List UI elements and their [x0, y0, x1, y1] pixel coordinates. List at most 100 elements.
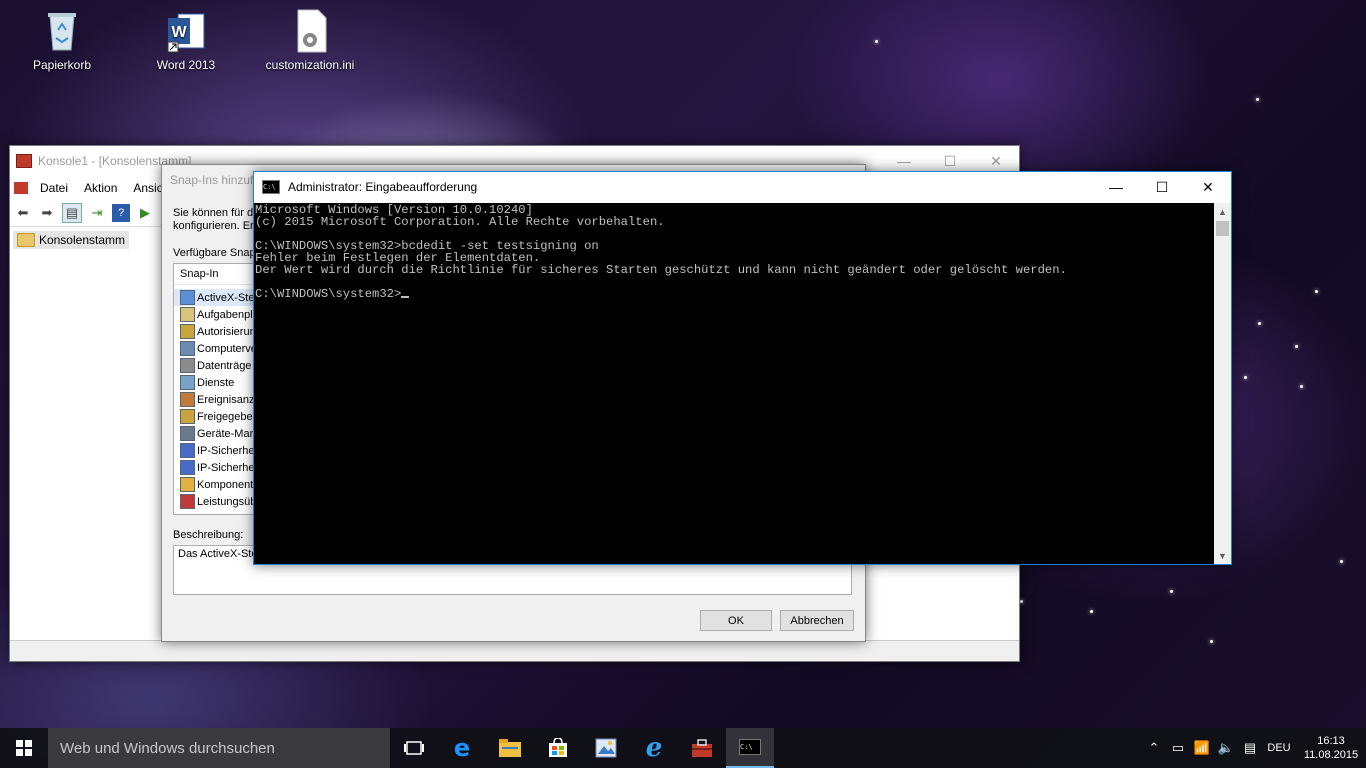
snapin-icon: [180, 460, 195, 475]
text-cursor: [401, 296, 410, 298]
system-tray: ⌃ ▭ 📶 🔈 ▤ DEU 16:13 11.08.2015: [1142, 728, 1366, 768]
volume-icon[interactable]: 🔈: [1214, 728, 1238, 768]
snapin-list-item[interactable]: Dienste: [174, 374, 264, 391]
snapin-icon: [180, 341, 195, 356]
scroll-thumb[interactable]: [1216, 221, 1229, 236]
snapin-list-item[interactable]: Leistungsüb: [174, 493, 264, 510]
clock-date: 11.08.2015: [1303, 749, 1359, 761]
app-menu-icon[interactable]: [14, 182, 28, 194]
cancel-button[interactable]: Abbrechen: [780, 610, 854, 631]
desktop-icon-recycle-bin[interactable]: Papierkorb: [14, 8, 110, 72]
snapin-item-label: Computerve: [197, 342, 257, 355]
internet-explorer-icon: e: [645, 733, 663, 763]
chevron-up-icon[interactable]: ⌃: [1142, 728, 1166, 768]
back-arrow-icon[interactable]: ⬅: [14, 204, 32, 222]
network-icon[interactable]: 📶: [1190, 728, 1214, 768]
snapin-icon: [180, 307, 195, 322]
battery-icon[interactable]: ▭: [1166, 728, 1190, 768]
folder-icon: [17, 233, 35, 247]
taskbar-internet-explorer[interactable]: e: [630, 728, 678, 768]
taskbar-file-explorer[interactable]: [486, 728, 534, 768]
photo-viewer-icon: [595, 738, 617, 758]
snapin-item-label: Datenträge: [197, 359, 252, 372]
task-view-button[interactable]: [390, 728, 438, 768]
taskbar: Web und Windows durchsuchen e e C:\ ⌃ ▭ …: [0, 728, 1366, 768]
search-box[interactable]: Web und Windows durchsuchen: [48, 728, 390, 768]
available-snapins-list[interactable]: Snap-In ActiveX-Ste Aufgabenpl Autorisieru…: [173, 263, 265, 515]
snapin-item-label: Autorisierun: [197, 325, 256, 338]
taskbar-photos[interactable]: [582, 728, 630, 768]
toolbox-icon: [692, 739, 712, 757]
minimize-button[interactable]: —: [1093, 172, 1139, 202]
action-center-icon[interactable]: ▤: [1238, 728, 1262, 768]
taskbar-store[interactable]: [534, 728, 582, 768]
desktop-icon-word[interactable]: W Word 2013: [138, 8, 234, 72]
windows-logo-icon: [16, 740, 32, 756]
snapin-icon: [180, 324, 195, 339]
snapin-list-item[interactable]: Freigegeben: [174, 408, 264, 425]
clock[interactable]: 16:13 11.08.2015: [1296, 734, 1366, 762]
taskbar-cmd[interactable]: C:\: [726, 728, 774, 768]
desktop-icon-label: Papierkorb: [32, 58, 92, 72]
forward-arrow-icon[interactable]: ➡: [38, 204, 56, 222]
snapin-list-item[interactable]: IP-Sicherhe: [174, 459, 264, 476]
vertical-scrollbar[interactable]: ▲ ▼: [1214, 203, 1231, 564]
folder-icon: [499, 739, 521, 757]
cmd-window: C:\ Administrator: Eingabeaufforderung —…: [253, 171, 1232, 565]
export-list-icon[interactable]: ⇥: [88, 204, 106, 222]
language-indicator[interactable]: DEU: [1262, 742, 1296, 754]
snapin-list-item[interactable]: IP-Sicherhe: [174, 442, 264, 459]
desktop-icon-label: customization.ini: [265, 58, 355, 72]
console-output[interactable]: Microsoft Windows [Version 10.0.10240] (c…: [254, 203, 1214, 564]
tree-item-konsolenstamm[interactable]: Konsolenstamm: [13, 231, 129, 249]
console-line: Der Wert wird durch die Richtlinie für s…: [255, 263, 1067, 277]
snapin-icon: [180, 409, 195, 424]
maximize-button[interactable]: ☐: [1139, 172, 1185, 202]
snapin-item-label: Komponente: [197, 478, 260, 491]
snapin-list-item[interactable]: Ereignisanze: [174, 391, 264, 408]
description-label: Beschreibung:: [173, 529, 244, 541]
recycle-bin-icon: [40, 8, 84, 54]
console-line: C:\WINDOWS\system32>: [255, 288, 1214, 300]
tree-item-label: Konsolenstamm: [38, 233, 125, 247]
snapin-icon: [180, 494, 195, 509]
snapin-icon: [180, 358, 195, 373]
cmd-titlebar[interactable]: C:\ Administrator: Eingabeaufforderung —…: [254, 172, 1231, 202]
menu-aktion[interactable]: Aktion: [76, 181, 125, 195]
ok-button[interactable]: OK: [700, 610, 772, 631]
taskbar-edge[interactable]: e: [438, 728, 486, 768]
snapin-item-label: Ereignisanze: [197, 393, 261, 406]
snapin-list-item[interactable]: ActiveX-Ste: [174, 289, 264, 306]
snapin-item-label: IP-Sicherhe: [197, 461, 255, 474]
mmc-statusbar: [10, 640, 1019, 661]
cmd-icon: C:\: [262, 180, 280, 194]
task-view-icon: [404, 741, 424, 755]
show-tree-icon[interactable]: ▤: [62, 203, 82, 223]
snapin-list-item[interactable]: Autorisierun: [174, 323, 264, 340]
snapin-list-item[interactable]: Komponente: [174, 476, 264, 493]
close-button[interactable]: ✕: [1185, 172, 1231, 202]
cmd-icon: C:\: [739, 739, 761, 755]
menu-datei[interactable]: Datei: [32, 181, 76, 195]
snapin-list-item[interactable]: Computerve: [174, 340, 264, 357]
start-button[interactable]: [0, 728, 48, 768]
taskbar-toolbox[interactable]: [678, 728, 726, 768]
snapin-item-label: IP-Sicherhe: [197, 444, 255, 457]
desktop-icon-customization-ini[interactable]: customization.ini: [262, 8, 358, 72]
column-header-snapin[interactable]: Snap-In: [174, 264, 264, 285]
store-icon: [549, 738, 567, 757]
scroll-up-icon[interactable]: ▲: [1214, 203, 1231, 220]
mmc-app-icon: [16, 154, 32, 168]
svg-text:W: W: [171, 24, 187, 41]
search-placeholder: Web und Windows durchsuchen: [60, 739, 275, 757]
available-snapins-label: Verfügbare Snap: [173, 247, 256, 259]
scroll-down-icon[interactable]: ▼: [1214, 547, 1231, 564]
snapin-list-item[interactable]: Datenträge: [174, 357, 264, 374]
snapin-icon: [180, 443, 195, 458]
snapin-list-item[interactable]: Geräte-Man: [174, 425, 264, 442]
help-icon[interactable]: ?: [112, 204, 130, 222]
snapin-icon: [180, 375, 195, 390]
snapin-list-item[interactable]: Aufgabenpl: [174, 306, 264, 323]
snapin-item-label: Aufgabenpl: [197, 308, 253, 321]
action-pane-icon[interactable]: ▶: [136, 204, 154, 222]
